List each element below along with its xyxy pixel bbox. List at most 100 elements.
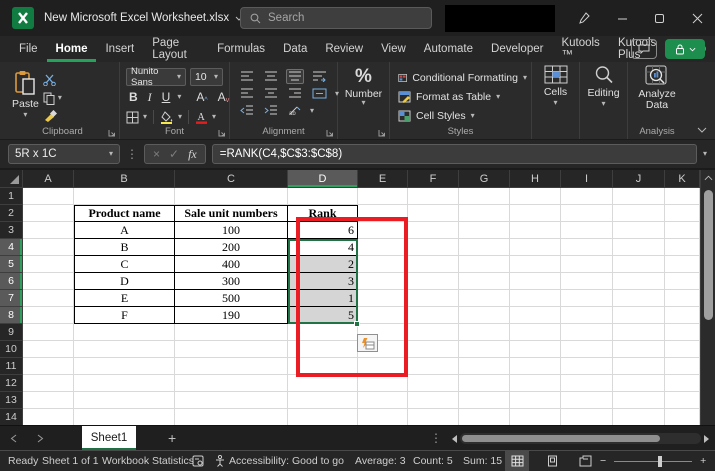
status-average[interactable]: Average: 3	[355, 451, 406, 471]
cell-D13[interactable]	[288, 392, 358, 409]
increase-indent-button[interactable]	[262, 103, 280, 118]
cell-K11[interactable]	[665, 358, 700, 375]
cell-C6[interactable]: 300	[175, 273, 288, 290]
cell-H5[interactable]	[510, 256, 561, 273]
cell-I6[interactable]	[561, 273, 613, 290]
cell-D14[interactable]	[288, 409, 358, 425]
cell-C9[interactable]	[175, 324, 288, 341]
zoom-in-button[interactable]: +	[700, 455, 706, 467]
horizontal-scrollbar[interactable]	[452, 432, 709, 445]
ribbon-tab-formulas[interactable]: Formulas	[208, 36, 274, 62]
row-header-9[interactable]: 9	[0, 324, 23, 341]
cell-D12[interactable]	[288, 375, 358, 392]
italic-button[interactable]: I	[145, 90, 155, 105]
row-header-14[interactable]: 14	[0, 409, 23, 425]
align-top-button[interactable]	[238, 69, 256, 84]
status-sum[interactable]: Sum: 15	[463, 451, 502, 471]
ribbon-tab-page-layout[interactable]: Page Layout	[143, 36, 208, 62]
maximize-button[interactable]	[641, 0, 677, 36]
vertical-scroll-thumb[interactable]	[704, 190, 713, 320]
sheetbar-dots-icon[interactable]: ⋮	[430, 431, 442, 445]
column-header-G[interactable]: G	[459, 170, 510, 188]
cell-J14[interactable]	[613, 409, 665, 425]
cell-G11[interactable]	[459, 358, 510, 375]
column-header-K[interactable]: K	[665, 170, 700, 188]
normal-view-button[interactable]	[505, 451, 529, 471]
cell-I5[interactable]	[561, 256, 613, 273]
cell-A14[interactable]	[23, 409, 74, 425]
cell-D9[interactable]	[288, 324, 358, 341]
cell-A8[interactable]	[23, 307, 74, 324]
cell-I11[interactable]	[561, 358, 613, 375]
cell-C12[interactable]	[175, 375, 288, 392]
number-dialog-launcher[interactable]	[378, 129, 386, 137]
cell-I13[interactable]	[561, 392, 613, 409]
share-button[interactable]	[665, 39, 705, 59]
close-button[interactable]	[679, 0, 715, 36]
cell-I10[interactable]	[561, 341, 613, 358]
cell-F13[interactable]	[408, 392, 459, 409]
cell-G6[interactable]	[459, 273, 510, 290]
cell-A12[interactable]	[23, 375, 74, 392]
cell-H1[interactable]	[510, 188, 561, 205]
cell-K7[interactable]	[665, 290, 700, 307]
expand-formula-bar-chevron[interactable]: ▾	[703, 150, 707, 158]
borders-button[interactable]	[126, 111, 139, 124]
column-header-H[interactable]: H	[510, 170, 561, 188]
cell-C3[interactable]: 100	[175, 222, 288, 239]
cell-E13[interactable]	[358, 392, 408, 409]
cell-F2[interactable]	[408, 205, 459, 222]
cell-B14[interactable]	[74, 409, 175, 425]
ribbon-tab-kutools[interactable]: Kutools ™	[552, 36, 609, 62]
column-header-D[interactable]: D	[288, 170, 358, 188]
font-size-select[interactable]: 10 ▾	[189, 68, 223, 86]
cell-I8[interactable]	[561, 307, 613, 324]
scroll-up-arrow[interactable]	[704, 175, 713, 181]
increase-font-size-button[interactable]: A ^	[193, 90, 210, 104]
cell-D7[interactable]: 1	[288, 290, 358, 307]
column-header-J[interactable]: J	[613, 170, 665, 188]
row-header-7[interactable]: 7	[0, 290, 23, 307]
cell-I14[interactable]	[561, 409, 613, 425]
formula-input[interactable]: =RANK(C4,$C$3:$C$8)	[211, 144, 697, 164]
cell-C2[interactable]: Sale unit numbers	[175, 205, 288, 222]
bold-button[interactable]: B	[126, 90, 141, 104]
row-header-4[interactable]: 4	[0, 239, 23, 256]
cell-G8[interactable]	[459, 307, 510, 324]
cell-F9[interactable]	[408, 324, 459, 341]
cell-C5[interactable]: 400	[175, 256, 288, 273]
cell-E8[interactable]	[358, 307, 408, 324]
cell-G2[interactable]	[459, 205, 510, 222]
cell-H8[interactable]	[510, 307, 561, 324]
cell-J7[interactable]	[613, 290, 665, 307]
cell-F4[interactable]	[408, 239, 459, 256]
ribbon-tab-file[interactable]: File	[10, 36, 47, 62]
cell-K6[interactable]	[665, 273, 700, 290]
cell-H4[interactable]	[510, 239, 561, 256]
cell-G9[interactable]	[459, 324, 510, 341]
insert-function-button[interactable]: fx	[188, 147, 197, 162]
cell-E12[interactable]	[358, 375, 408, 392]
cell-I4[interactable]	[561, 239, 613, 256]
cell-C7[interactable]: 500	[175, 290, 288, 307]
cell-J8[interactable]	[613, 307, 665, 324]
cell-C13[interactable]	[175, 392, 288, 409]
cell-D2[interactable]: Rank	[288, 205, 358, 222]
row-header-12[interactable]: 12	[0, 375, 23, 392]
cell-D11[interactable]	[288, 358, 358, 375]
cell-D10[interactable]	[288, 341, 358, 358]
cell-B11[interactable]	[74, 358, 175, 375]
cell-A10[interactable]	[23, 341, 74, 358]
orientation-button[interactable]: ab	[286, 103, 304, 118]
cells-button[interactable]: Cells ▾	[532, 62, 579, 107]
cell-B4[interactable]: B	[74, 239, 175, 256]
font-color-button[interactable]: A	[195, 111, 208, 124]
wrap-text-button[interactable]	[310, 69, 329, 84]
cell-H13[interactable]	[510, 392, 561, 409]
comments-button[interactable]	[631, 39, 657, 59]
cell-J1[interactable]	[613, 188, 665, 205]
cell-F3[interactable]	[408, 222, 459, 239]
cell-H12[interactable]	[510, 375, 561, 392]
cell-F7[interactable]	[408, 290, 459, 307]
cell-G5[interactable]	[459, 256, 510, 273]
